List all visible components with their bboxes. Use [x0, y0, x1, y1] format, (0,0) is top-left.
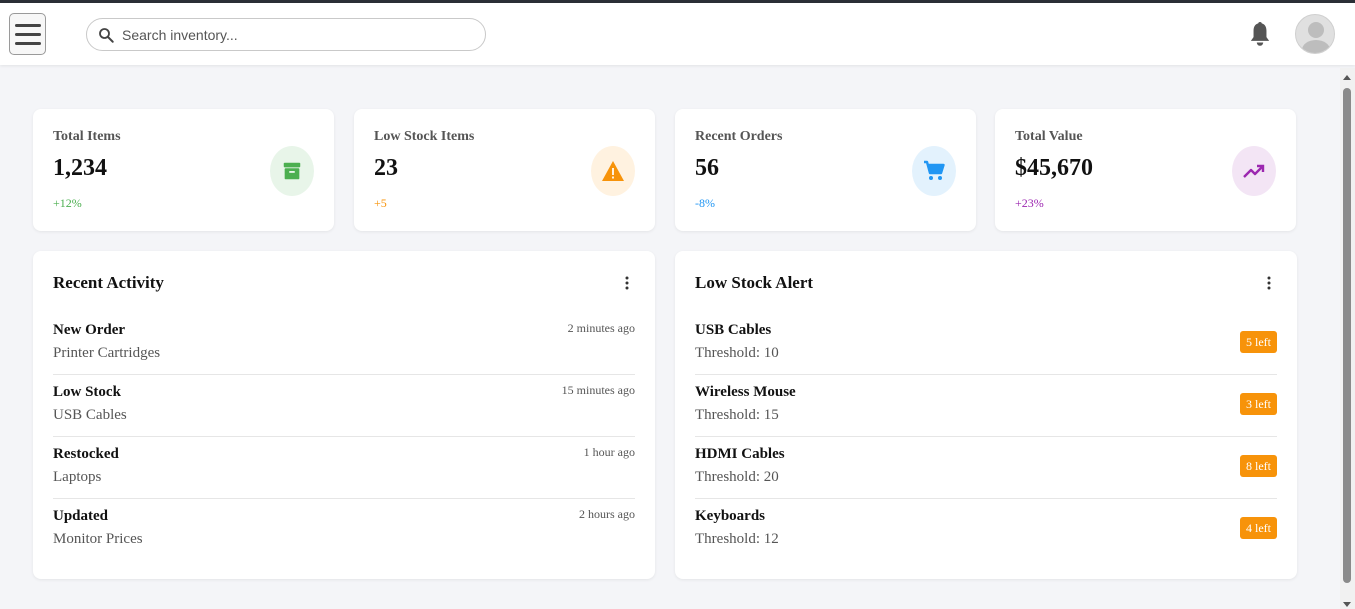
- activity-time: 1 hour ago: [583, 445, 635, 459]
- stat-icon-badge: [912, 146, 956, 196]
- activity-detail: Printer Cartridges: [53, 345, 161, 361]
- low-stock-alert-panel: Low Stock Alert USB Cables Threshold: 10…: [675, 251, 1297, 579]
- list-item[interactable]: Low Stock USB Cables 15 minutes ago: [53, 375, 635, 437]
- activity-name: Low Stock: [53, 384, 121, 400]
- activity-list: New Order Printer Cartridges 2 minutes a…: [53, 313, 635, 561]
- stat-card-total-value: Total Value $45,670 +23%: [995, 109, 1296, 231]
- scroll-thumb[interactable]: [1343, 88, 1351, 583]
- list-item[interactable]: Restocked Laptops 1 hour ago: [53, 437, 635, 499]
- activity-name: Restocked: [53, 446, 119, 462]
- stat-change: +5: [374, 196, 387, 210]
- cart-icon: [924, 160, 945, 180]
- stock-count-badge: 8 left: [1240, 455, 1277, 477]
- stat-label: Total Items: [53, 129, 121, 144]
- stat-label: Recent Orders: [695, 129, 783, 144]
- list-item[interactable]: Updated Monitor Prices 2 hours ago: [53, 499, 635, 561]
- stat-value: $45,670: [1015, 155, 1093, 181]
- product-threshold: Threshold: 10: [695, 345, 779, 361]
- menu-icon-bar: [14, 41, 41, 45]
- product-threshold: Threshold: 12: [695, 531, 779, 547]
- search-input[interactable]: [122, 25, 472, 45]
- list-item[interactable]: Wireless Mouse Threshold: 15 3 left: [695, 375, 1277, 437]
- panel-title: Recent Activity: [53, 273, 164, 292]
- stock-count-badge: 4 left: [1240, 517, 1277, 539]
- stock-count-badge: 3 left: [1240, 393, 1277, 415]
- activity-detail: Laptops: [53, 469, 102, 485]
- user-avatar[interactable]: [1295, 14, 1335, 54]
- recent-activity-panel: Recent Activity New Order Printer Cartri…: [33, 251, 655, 579]
- product-name: HDMI Cables: [695, 446, 785, 462]
- product-threshold: Threshold: 20: [695, 469, 779, 485]
- menu-icon-bar: [14, 32, 41, 36]
- product-name: Keyboards: [695, 508, 766, 524]
- search-box: [86, 18, 486, 51]
- more-options-icon[interactable]: [1263, 275, 1275, 291]
- trending-up-icon: [1243, 164, 1265, 178]
- page-scrollbar[interactable]: [1340, 68, 1355, 609]
- scroll-down-arrow-icon[interactable]: [1343, 602, 1351, 607]
- panel-title: Low Stock Alert: [695, 273, 814, 292]
- product-name: USB Cables: [695, 322, 772, 338]
- activity-name: Updated: [53, 508, 109, 524]
- activity-detail: USB Cables: [53, 407, 127, 423]
- activity-detail: Monitor Prices: [53, 531, 143, 547]
- activity-time: 2 hours ago: [579, 507, 635, 521]
- stat-change: +12%: [53, 196, 82, 210]
- low-stock-list: USB Cables Threshold: 10 5 left Wireless…: [695, 313, 1277, 561]
- top-bar: [0, 3, 1355, 65]
- activity-time: 2 minutes ago: [567, 321, 635, 335]
- stat-value: 23: [374, 155, 398, 181]
- more-options-icon[interactable]: [621, 275, 633, 291]
- stock-count-badge: 5 left: [1240, 331, 1277, 353]
- product-name: Wireless Mouse: [695, 384, 796, 400]
- list-item[interactable]: New Order Printer Cartridges 2 minutes a…: [53, 313, 635, 375]
- activity-name: New Order: [53, 322, 126, 338]
- product-threshold: Threshold: 15: [695, 407, 779, 423]
- menu-icon-bar: [14, 23, 41, 27]
- list-item[interactable]: HDMI Cables Threshold: 20 8 left: [695, 437, 1277, 499]
- stat-change: +23%: [1015, 196, 1044, 210]
- archive-icon: [283, 162, 301, 180]
- user-avatar-icon: [1302, 22, 1330, 53]
- menu-button[interactable]: [9, 13, 46, 55]
- stat-card-low-stock: Low Stock Items 23 +5: [354, 109, 655, 231]
- stat-card-total-items: Total Items 1,234 +12%: [33, 109, 334, 231]
- stat-change: -8%: [695, 196, 715, 210]
- stat-label: Low Stock Items: [374, 129, 475, 144]
- stat-icon-badge: [1232, 146, 1276, 196]
- stat-label: Total Value: [1015, 129, 1083, 144]
- stat-icon-badge: [270, 146, 314, 196]
- list-item[interactable]: USB Cables Threshold: 10 5 left: [695, 313, 1277, 375]
- stat-value: 1,234: [53, 155, 107, 181]
- scroll-up-arrow-icon[interactable]: [1343, 75, 1351, 80]
- search-icon: [99, 28, 114, 43]
- stat-card-recent-orders: Recent Orders 56 -8%: [675, 109, 976, 231]
- notification-bell-icon[interactable]: [1247, 21, 1273, 49]
- stat-value: 56: [695, 155, 719, 181]
- warning-icon: [602, 161, 624, 181]
- activity-time: 15 minutes ago: [561, 383, 635, 397]
- stat-icon-badge: [591, 146, 635, 196]
- list-item[interactable]: Keyboards Threshold: 12 4 left: [695, 499, 1277, 561]
